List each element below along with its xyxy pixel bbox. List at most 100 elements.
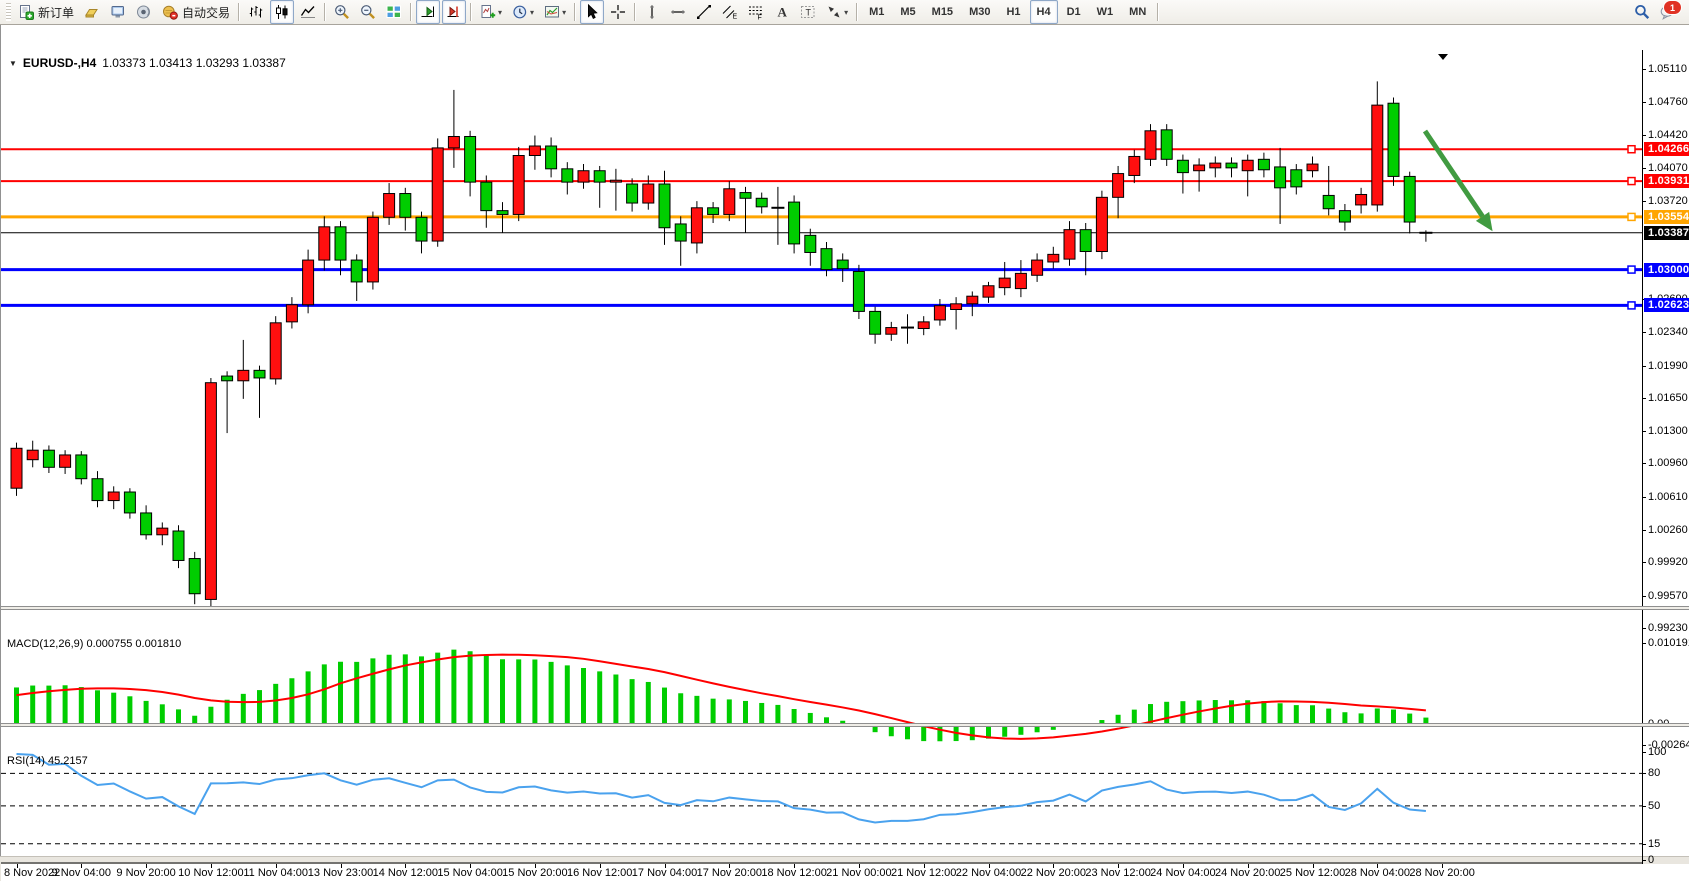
zoom-out-button[interactable] [356, 0, 380, 24]
fibonacci-button[interactable]: F [744, 0, 768, 24]
vertical-line-button[interactable] [640, 0, 664, 24]
time-axis-tick [794, 864, 795, 868]
tf-button-m1[interactable]: M1 [862, 0, 891, 24]
time-axis-label: 22 Nov 04:00 [956, 867, 1021, 879]
charts-icon-button[interactable] [80, 0, 104, 24]
status-bar [0, 856, 1689, 862]
text-label-button[interactable]: T [796, 0, 820, 24]
time-axis-tick [146, 864, 147, 868]
zoomin-icon [334, 4, 350, 20]
chart-window: ▼ EURUSD-,H4 1.03373 1.03413 1.03293 1.0… [0, 25, 1689, 856]
time-axis-label: 10 Nov 12:00 [178, 867, 243, 879]
tf-button-m5[interactable]: M5 [893, 0, 922, 24]
macd-panel-splitter[interactable] [1, 606, 1689, 610]
monitor-icon [110, 4, 126, 20]
axis-tick-label: 1.04760 [1648, 96, 1689, 108]
rsi-indicator-label: RSI(14) 45.2157 [7, 755, 88, 767]
svg-text:E: E [733, 14, 738, 21]
tf-button-h1[interactable]: H1 [999, 0, 1027, 24]
time-axis-tick [276, 864, 277, 868]
chart-shift-button[interactable] [442, 0, 466, 24]
chevron-down-icon: ▾ [562, 8, 566, 17]
line-chart-button[interactable] [296, 0, 320, 24]
tf-button-w1[interactable]: W1 [1090, 0, 1121, 24]
time-axis-label: 28 Nov 20:00 [1409, 867, 1474, 879]
indicators-button[interactable]: ▾ [476, 0, 506, 24]
tile-windows-button[interactable] [382, 0, 406, 24]
periods-button[interactable]: ▾ [508, 0, 538, 24]
time-axis-label: 17 Nov 20:00 [697, 867, 762, 879]
chat-button[interactable]: 1 [1656, 0, 1680, 24]
chart-canvas[interactable] [1, 50, 1689, 881]
rsi-axis-label: 100 [1648, 746, 1689, 758]
crosshair-button[interactable] [606, 0, 630, 24]
chart-symbol-period: EURUSD-,H4 [23, 56, 96, 70]
axis-tick-label: 1.00610 [1648, 491, 1689, 503]
time-axis[interactable]: 8 Nov 20229 Nov 04:009 Nov 20:0010 Nov 1… [1, 864, 1689, 881]
navigator-icon-button[interactable] [106, 0, 130, 24]
arrows-button[interactable]: ▾ [822, 0, 852, 24]
chart-menu-icon[interactable]: ▼ [9, 59, 17, 68]
svg-text:F: F [758, 15, 762, 21]
current-price-flag: 1.03387 [1644, 226, 1689, 240]
toolbar-separator [324, 3, 326, 21]
trendline-button[interactable] [692, 0, 716, 24]
rsi-panel-splitter[interactable] [1, 723, 1689, 727]
svg-text:A: A [778, 5, 788, 20]
time-axis-label: 23 Nov 12:00 [1085, 867, 1150, 879]
search-button[interactable] [1630, 0, 1654, 24]
chart-ohlc-values: 1.03373 1.03413 1.03293 1.03387 [102, 56, 286, 70]
level-price-flag: 1.03554 [1644, 210, 1689, 224]
hline-icon [670, 4, 686, 20]
tf-button-mn[interactable]: MN [1122, 0, 1153, 24]
tf-button-m30[interactable]: M30 [962, 0, 997, 24]
bar-chart-button[interactable] [244, 0, 268, 24]
time-axis-tick [1118, 864, 1119, 868]
time-axis-tick [211, 864, 212, 868]
tf-button-d1[interactable]: D1 [1060, 0, 1088, 24]
axis-tick-label: 1.05110 [1648, 63, 1689, 75]
candlestick-button[interactable] [270, 0, 294, 24]
autotrade-icon [162, 4, 178, 20]
axis-tick-label: 1.01300 [1648, 425, 1689, 437]
time-axis-label: 25 Nov 12:00 [1280, 867, 1345, 879]
time-axis-label: 15 Nov 04:00 [437, 867, 502, 879]
tf-button-h4[interactable]: H4 [1030, 0, 1058, 24]
new-order-button[interactable]: 新订单 [14, 0, 78, 24]
time-axis-tick [600, 864, 601, 868]
equidistant-channel-button[interactable]: E [718, 0, 742, 24]
rsi-axis-label: 80 [1648, 767, 1689, 779]
level-price-flag: 1.02623 [1644, 298, 1689, 312]
sound-icon-button[interactable] [132, 0, 156, 24]
templates-button[interactable]: ▾ [540, 0, 570, 24]
zoom-in-button[interactable] [330, 0, 354, 24]
time-axis-label: 24 Nov 04:00 [1150, 867, 1215, 879]
clock-icon [512, 4, 528, 20]
horizontal-line-button[interactable] [666, 0, 690, 24]
rsi-axis-label: 15 [1648, 838, 1689, 850]
time-axis-tick [341, 864, 342, 868]
cursor-button[interactable] [580, 0, 604, 24]
time-axis-tick [1183, 864, 1184, 868]
toolbar-separator [1157, 3, 1159, 21]
axis-tick-label: 1.00260 [1648, 524, 1689, 536]
axis-tick-label: 1.04420 [1648, 129, 1689, 141]
textA-icon: A [774, 4, 790, 20]
time-axis-label: 9 Nov 20:00 [116, 867, 175, 879]
channel-icon: E [722, 4, 738, 20]
time-axis-tick [535, 864, 536, 868]
time-axis-label: 21 Nov 12:00 [891, 867, 956, 879]
toolbar-grip[interactable] [6, 3, 11, 21]
text-button[interactable]: A [770, 0, 794, 24]
time-axis-tick [405, 864, 406, 868]
autotrade-button[interactable]: 自动交易 [158, 0, 234, 24]
tline-icon [696, 4, 712, 20]
notification-badge: 1 [1663, 0, 1682, 15]
toolbar-separator [856, 3, 858, 21]
macd-indicator-label: MACD(12,26,9) 0.000755 0.001810 [7, 638, 181, 650]
speaker-icon [136, 4, 152, 20]
auto-scroll-button[interactable] [416, 0, 440, 24]
labelT-icon: T [800, 4, 816, 20]
tf-button-m15[interactable]: M15 [925, 0, 960, 24]
time-axis-label: 14 Nov 12:00 [373, 867, 438, 879]
